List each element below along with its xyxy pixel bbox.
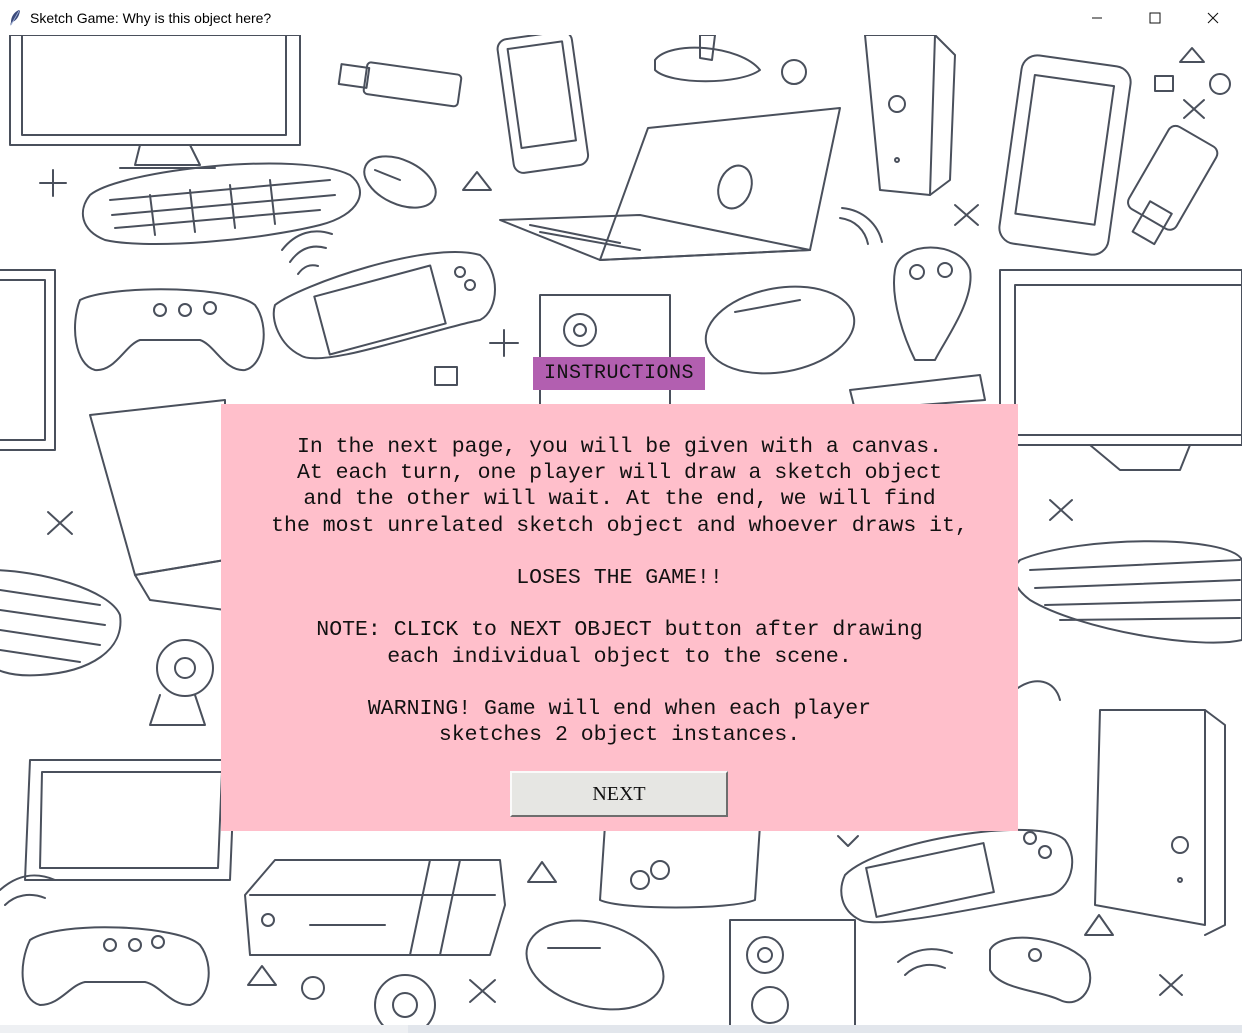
joystick-doodle-icon (849, 246, 986, 411)
instructions-panel: In the next page, you will be given with… (221, 404, 1018, 831)
phone-doodle-icon (496, 35, 590, 174)
gamepad-doodle-icon (74, 288, 265, 372)
bottom-strip (0, 1025, 1242, 1033)
title-bar: Sketch Game: Why is this object here? (0, 0, 1242, 35)
close-button[interactable] (1184, 0, 1242, 35)
maximize-button[interactable] (1126, 0, 1184, 35)
laptop-doodle-icon (499, 107, 841, 261)
window-controls (1068, 0, 1242, 35)
maximize-icon (1149, 12, 1161, 23)
instructions-text: In the next page, you will be given with… (271, 435, 968, 748)
game-console-doodle-icon (244, 859, 506, 956)
minimize-button[interactable] (1068, 0, 1126, 35)
usb-drive-doodle-icon (337, 61, 463, 108)
window-title: Sketch Game: Why is this object here? (30, 9, 272, 26)
feather-icon (10, 9, 20, 26)
next-button[interactable]: NEXT (510, 771, 728, 817)
smartphone-doodle-icon (998, 54, 1132, 256)
close-icon (1207, 12, 1219, 23)
webcam-doodle-icon (149, 639, 214, 726)
monitor-doodle-icon (9, 35, 301, 169)
pc-tower-doodle-icon (864, 35, 956, 196)
instructions-heading: INSTRUCTIONS (533, 357, 705, 390)
tablet-doodle-icon (24, 759, 236, 881)
minimize-icon (1092, 17, 1102, 18)
handheld-console-doodle-icon (272, 250, 496, 360)
mouse-doodle-icon (363, 155, 437, 209)
